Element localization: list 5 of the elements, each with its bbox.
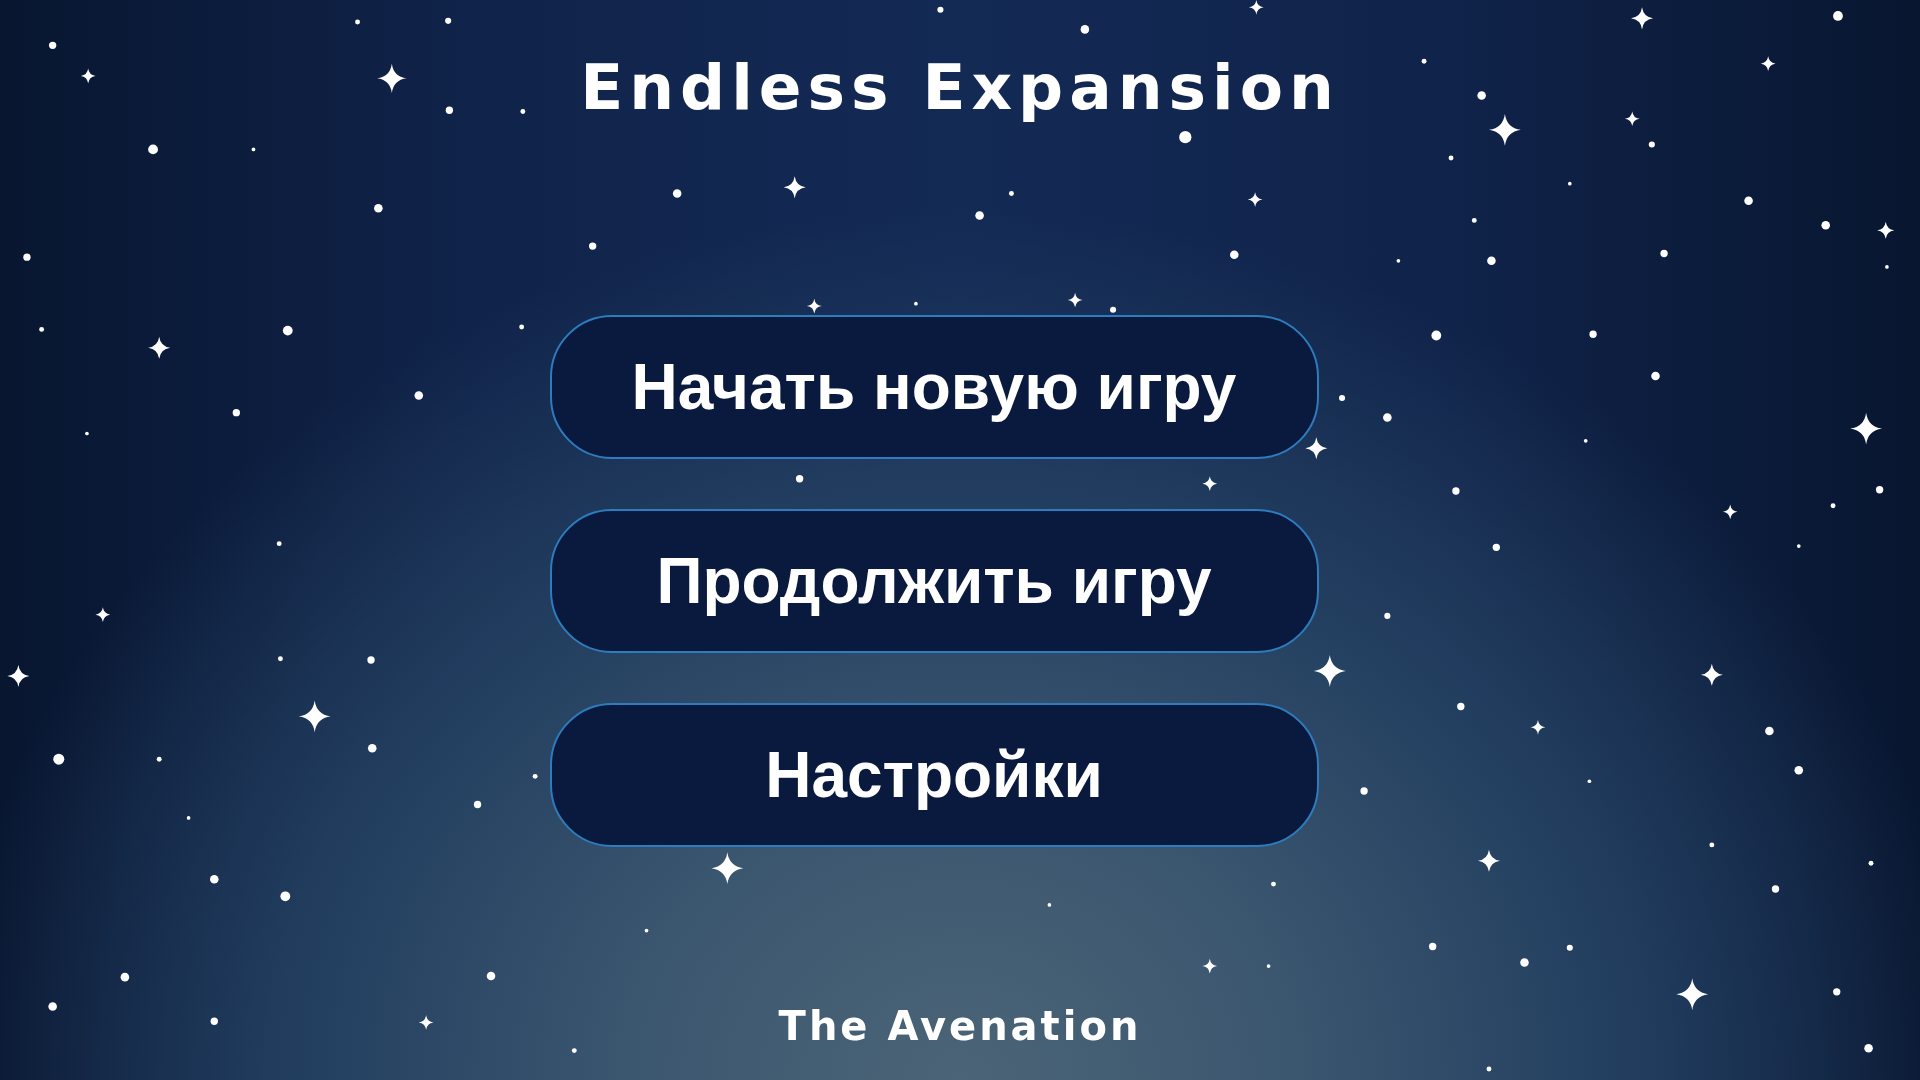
studio-name: The Avenation — [778, 1002, 1142, 1051]
game-title: Endless Expansion — [580, 50, 1340, 126]
menu-button[interactable]: Продолжить игру — [549, 509, 1319, 653]
menu-button[interactable]: Настройки — [549, 703, 1319, 847]
menu-button[interactable]: Начать новую игру — [549, 315, 1319, 459]
